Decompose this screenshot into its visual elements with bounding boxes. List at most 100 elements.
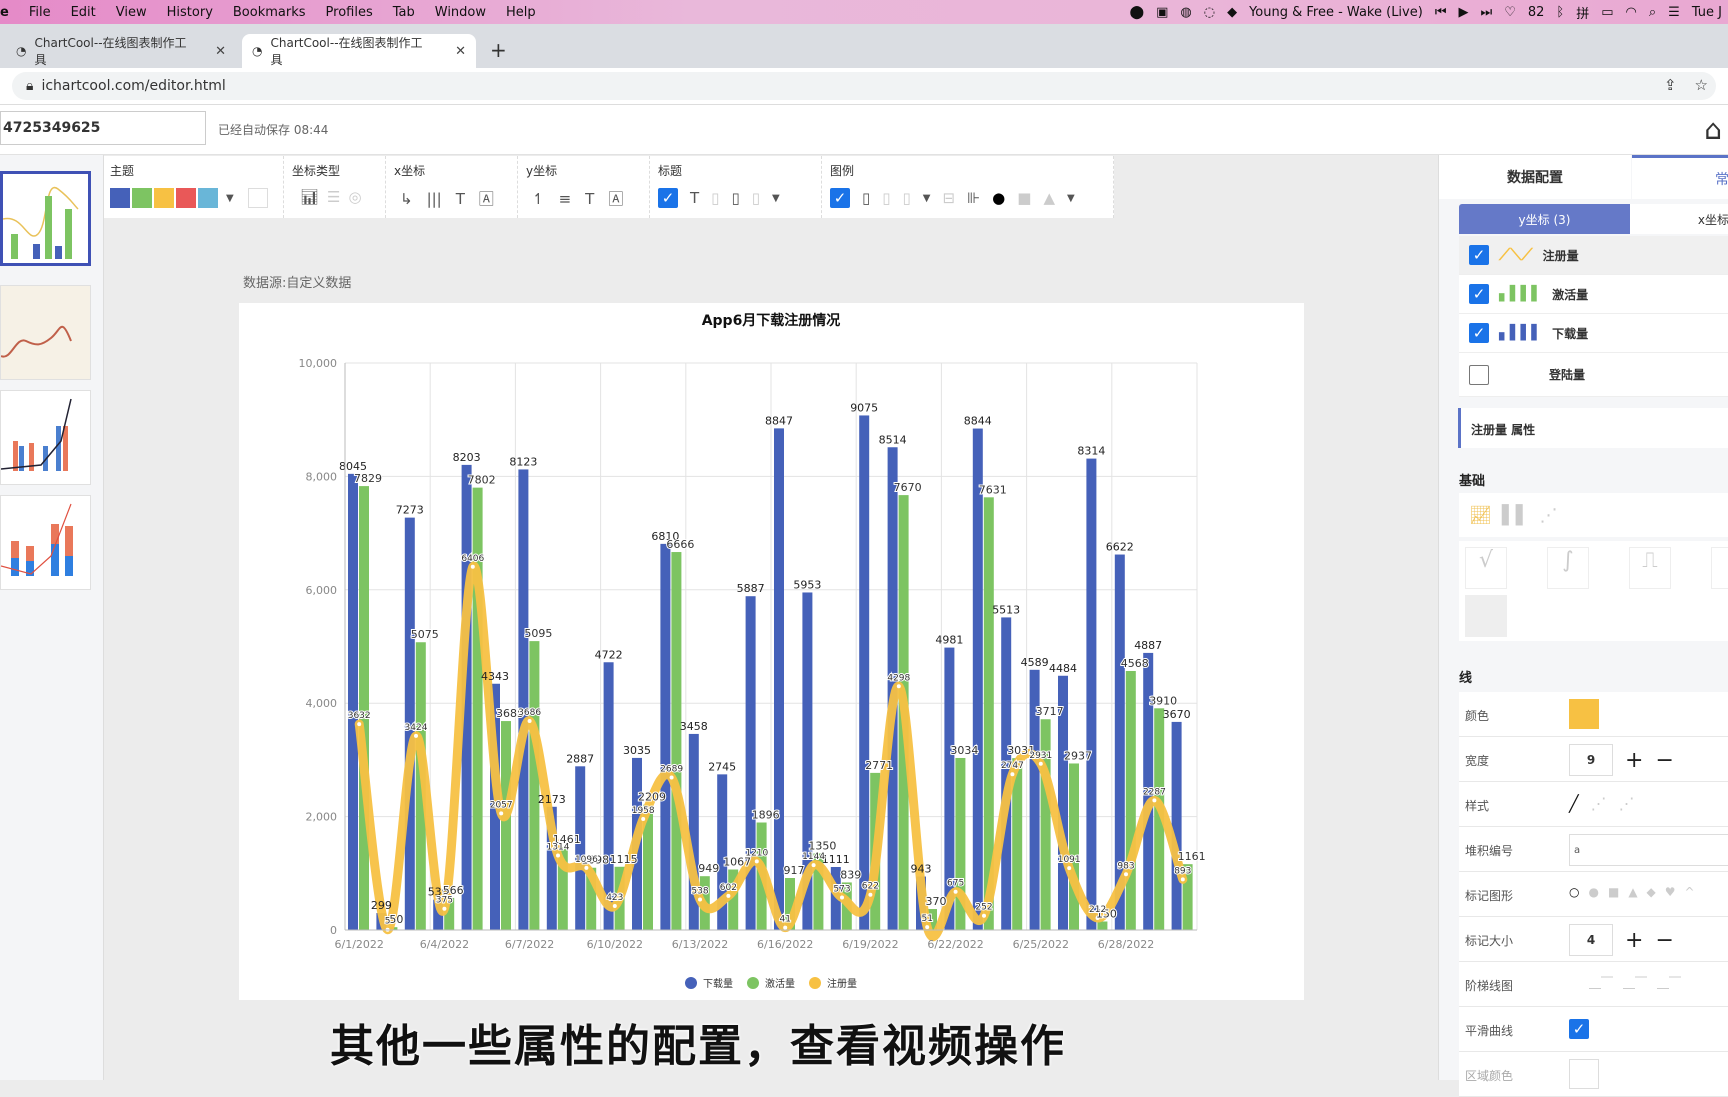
marker-rect-icon[interactable]: ■ — [1608, 885, 1619, 899]
menu-app[interactable]: e — [0, 5, 9, 20]
line-width-input[interactable]: 9 — [1569, 744, 1613, 776]
line-type-icon[interactable]: 📈︎ — [1469, 505, 1492, 526]
decrement-icon[interactable]: − — [1655, 748, 1673, 773]
marker-arrow-icon[interactable]: ^ — [1685, 885, 1695, 899]
input-method-icon[interactable]: 拼 — [1576, 3, 1589, 22]
legend-position-bottom-icon[interactable]: ▯ — [903, 189, 911, 207]
series-item[interactable]: ✓ ▖▌▌▌ 激活量 — [1459, 275, 1728, 314]
clock[interactable]: Tue J — [1692, 5, 1722, 20]
show-title-checkbox[interactable]: ✓ — [658, 188, 678, 208]
chart-card[interactable]: App6月下载注册情况 8045 299 7273 536 8203 4343 8123 21… — [239, 303, 1304, 1000]
polar-axis-icon[interactable]: ◎ — [349, 188, 362, 206]
x-label-font-icon[interactable]: 🄰 — [479, 188, 494, 209]
straight-line-option[interactable]: √ — [1465, 547, 1507, 589]
thumbnail-bar-line[interactable] — [0, 171, 91, 266]
step-line-option[interactable]: ⎍ — [1629, 547, 1671, 589]
series-item[interactable]: 登陆量 — [1459, 353, 1728, 397]
x-grid-icon[interactable]: ||| — [427, 190, 442, 208]
marker-empty-circle-icon[interactable]: ○ — [1569, 885, 1579, 899]
subtab-x-axis[interactable]: x坐标 — [1630, 204, 1728, 234]
marker-size-input[interactable]: 4 — [1569, 924, 1613, 956]
area-line-option[interactable] — [1465, 595, 1507, 637]
series-checkbox[interactable]: ✓ — [1469, 323, 1489, 343]
marker-circle-icon[interactable]: ● — [1588, 885, 1598, 899]
y-axis-line-icon[interactable]: ↿ — [532, 190, 545, 208]
menu-tab[interactable]: Tab — [393, 5, 415, 20]
decrement-icon[interactable]: − — [1655, 928, 1673, 953]
bookmark-star-icon[interactable]: ☆ — [1695, 76, 1708, 94]
dashed-line-icon[interactable]: ⋰ — [1591, 794, 1607, 813]
close-tab-icon[interactable]: ✕ — [455, 44, 466, 59]
series-checkbox[interactable]: ✓ — [1469, 245, 1489, 265]
dotted-line-icon[interactable]: ⋰ — [1619, 794, 1635, 813]
legend-vertical-icon[interactable]: ⊟ — [943, 189, 956, 207]
url-field[interactable]: 🔒︎ ichartcool.com/editor.html — [12, 72, 1716, 100]
title-text-icon[interactable]: T — [690, 189, 699, 207]
legend-position-top-icon[interactable]: ▯ — [862, 189, 870, 207]
previous-track-icon[interactable]: ⏮ — [1435, 5, 1447, 20]
menu-edit[interactable]: Edit — [71, 5, 96, 20]
y-grid-icon[interactable]: ≡ — [559, 190, 572, 208]
marker-diamond-icon[interactable]: ◆ — [1647, 885, 1656, 899]
browser-tab-active[interactable]: ◔ ChartCool--在线图表制作工具 ✕ — [242, 34, 476, 68]
legend-circle-icon[interactable]: ● — [992, 189, 1005, 207]
cartesian-axis-icon[interactable]: 📊︎ — [300, 188, 319, 206]
step-middle-icon[interactable]: ⎽⎺ — [1623, 975, 1647, 990]
theme-color-swatch[interactable] — [132, 188, 152, 208]
y-label-font-icon[interactable]: 🄰 — [608, 188, 623, 209]
area-color-swatch[interactable] — [1569, 1059, 1599, 1089]
menu-view[interactable]: View — [116, 5, 147, 20]
control-center-icon[interactable]: ☰ — [1668, 5, 1680, 20]
share-icon[interactable]: ⇪ — [1664, 76, 1677, 94]
document-id-input[interactable]: 4725349625 — [0, 111, 206, 145]
series-checkbox[interactable] — [1469, 364, 1489, 385]
theme-color-swatch[interactable] — [176, 188, 196, 208]
menu-profiles[interactable]: Profiles — [326, 5, 373, 20]
home-icon[interactable]: ⌂ — [1704, 113, 1722, 146]
menu-history[interactable]: History — [167, 5, 213, 20]
step-start-icon[interactable]: ⎽⎺ — [1589, 975, 1613, 990]
smooth-checkbox[interactable]: ✓ — [1569, 1019, 1589, 1039]
tab-general[interactable]: 常 — [1632, 155, 1728, 199]
bar-type-icon[interactable]: ▌▌ — [1502, 505, 1530, 526]
theme-color-swatch[interactable] — [154, 188, 174, 208]
step-end-icon[interactable]: ⎽⎺ — [1657, 975, 1681, 990]
menu-file[interactable]: File — [29, 5, 51, 20]
increment-icon[interactable]: + — [1625, 928, 1643, 953]
wifi-icon[interactable]: ◠ — [1626, 5, 1637, 20]
heart-icon[interactable]: ♡ — [1504, 5, 1516, 20]
x-axis-line-icon[interactable]: ↳ — [400, 190, 413, 208]
thumbnail-bar-trend[interactable] — [0, 390, 91, 485]
stack-id-input[interactable]: a — [1569, 834, 1728, 866]
menu-window[interactable]: Window — [435, 5, 486, 20]
x-label-text-icon[interactable]: T — [456, 190, 465, 208]
theme-dropdown-icon[interactable]: ▼ — [226, 193, 234, 204]
menu-help[interactable]: Help — [506, 5, 536, 20]
legend-dropdown-icon[interactable]: ▼ — [923, 193, 931, 204]
play-icon[interactable]: ▶ — [1459, 5, 1469, 20]
series-item[interactable]: ✓ ⟋⟍⟋ 注册量 — [1459, 236, 1728, 275]
theme-color-swatch[interactable] — [198, 188, 218, 208]
y-label-text-icon[interactable]: T — [585, 190, 594, 208]
wps-icon[interactable]: ▣ — [1156, 5, 1168, 20]
legend-triangle-icon[interactable]: ▲ — [1043, 189, 1055, 207]
title-position-right-icon[interactable]: ▯ — [752, 189, 760, 207]
series-checkbox[interactable]: ✓ — [1469, 284, 1489, 304]
scatter-type-icon[interactable]: ⋰ — [1540, 505, 1558, 526]
title-position-left-icon[interactable]: ▯ — [711, 189, 719, 207]
legend-position-middle-icon[interactable]: ▯ — [882, 189, 890, 207]
next-track-icon[interactable]: ⏭ — [1481, 5, 1493, 20]
badge-count[interactable]: 82 — [1528, 5, 1545, 20]
thumbnail-scatter-line[interactable] — [0, 285, 91, 380]
now-playing[interactable]: Young & Free - Wake (Live) — [1249, 5, 1423, 20]
menu-bookmarks[interactable]: Bookmarks — [233, 5, 306, 20]
chat-icon[interactable]: ◌ — [1204, 5, 1215, 20]
bluetooth-icon[interactable]: ᛒ — [1556, 5, 1564, 20]
legend-square-icon[interactable]: ■ — [1017, 189, 1031, 207]
legend-shape-dropdown-icon[interactable]: ▼ — [1067, 193, 1075, 204]
subtab-y-axis[interactable]: y坐标 (3) — [1459, 204, 1630, 234]
background-color-swatch[interactable] — [247, 188, 268, 208]
horizontal-axis-icon[interactable]: ☰ — [327, 188, 340, 206]
marker-pin-icon[interactable]: ♥ — [1665, 885, 1676, 899]
line-option[interactable] — [1711, 547, 1728, 589]
